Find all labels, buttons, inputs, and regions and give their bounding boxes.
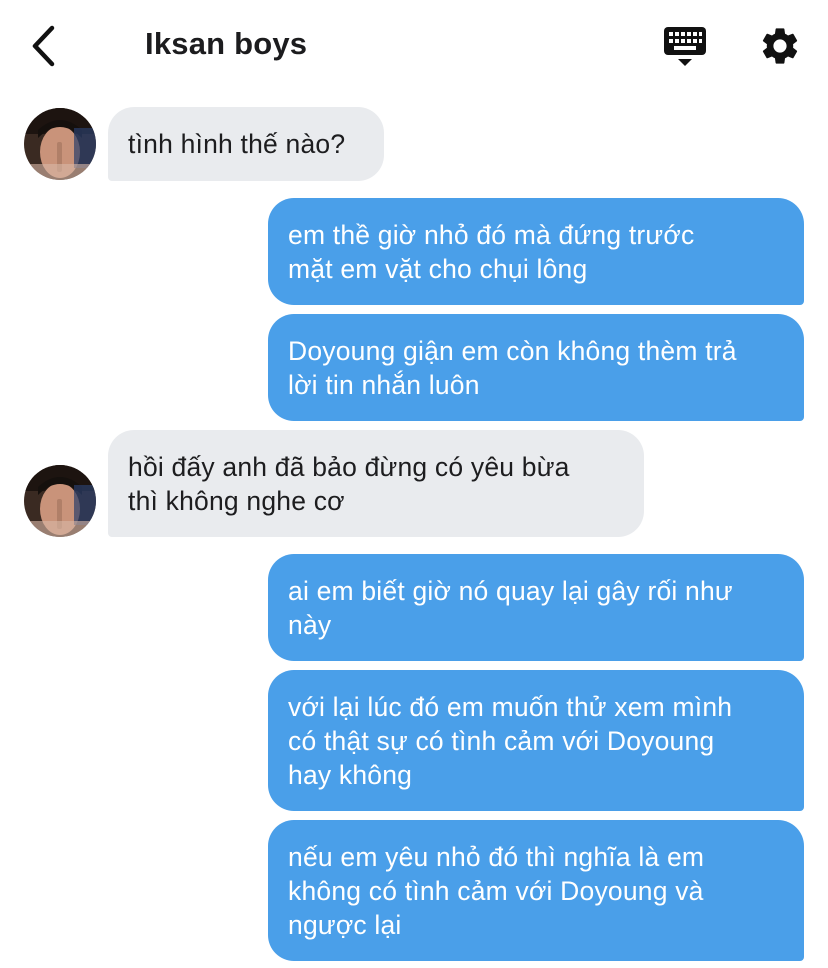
avatar[interactable]	[24, 108, 96, 180]
keyboard-button[interactable]	[662, 24, 708, 70]
chat-header: Iksan boys	[0, 0, 828, 90]
message-text: với lại lúc đó em muốn thử xem mình có t…	[288, 691, 733, 790]
incoming-message-bubble[interactable]: tình hình thế nào?	[108, 107, 384, 181]
chat-title: Iksan boys	[145, 26, 308, 61]
outgoing-message-bubble[interactable]: với lại lúc đó em muốn thử xem mình có t…	[268, 670, 804, 811]
outgoing-message-bubble[interactable]: ai em biết giờ nó quay lại gây rối như n…	[268, 554, 804, 661]
avatar-photo	[24, 108, 96, 180]
chat-screen: Iksan boys tình hình thế nào? em thề giờ…	[0, 0, 828, 968]
avatar-photo	[24, 465, 96, 537]
message-text: tình hình thế nào?	[128, 129, 346, 159]
outgoing-message-bubble[interactable]: em thề giờ nhỏ đó mà đứng trước mặt em v…	[268, 198, 804, 305]
avatar[interactable]	[24, 465, 96, 537]
outgoing-message-bubble[interactable]: nếu em yêu nhỏ đó thì nghĩa là em không …	[268, 820, 804, 961]
settings-button[interactable]	[758, 24, 802, 68]
message-text: hồi đấy anh đã bảo đừng có yêu bừa thì k…	[128, 451, 570, 516]
outgoing-message-bubble[interactable]: Doyoung giận em còn không thèm trả lời t…	[268, 314, 804, 421]
message-text: em thề giờ nhỏ đó mà đứng trước mặt em v…	[288, 219, 695, 284]
gear-icon	[762, 28, 798, 64]
keyboard-icon	[664, 27, 706, 66]
chevron-left-icon	[32, 25, 55, 67]
message-text: Doyoung giận em còn không thèm trả lời t…	[288, 335, 737, 400]
message-text: nếu em yêu nhỏ đó thì nghĩa là em không …	[288, 841, 705, 940]
incoming-message-bubble[interactable]: hồi đấy anh đã bảo đừng có yêu bừa thì k…	[108, 430, 644, 537]
back-button[interactable]	[26, 22, 66, 70]
message-text: ai em biết giờ nó quay lại gây rối như n…	[288, 575, 733, 640]
